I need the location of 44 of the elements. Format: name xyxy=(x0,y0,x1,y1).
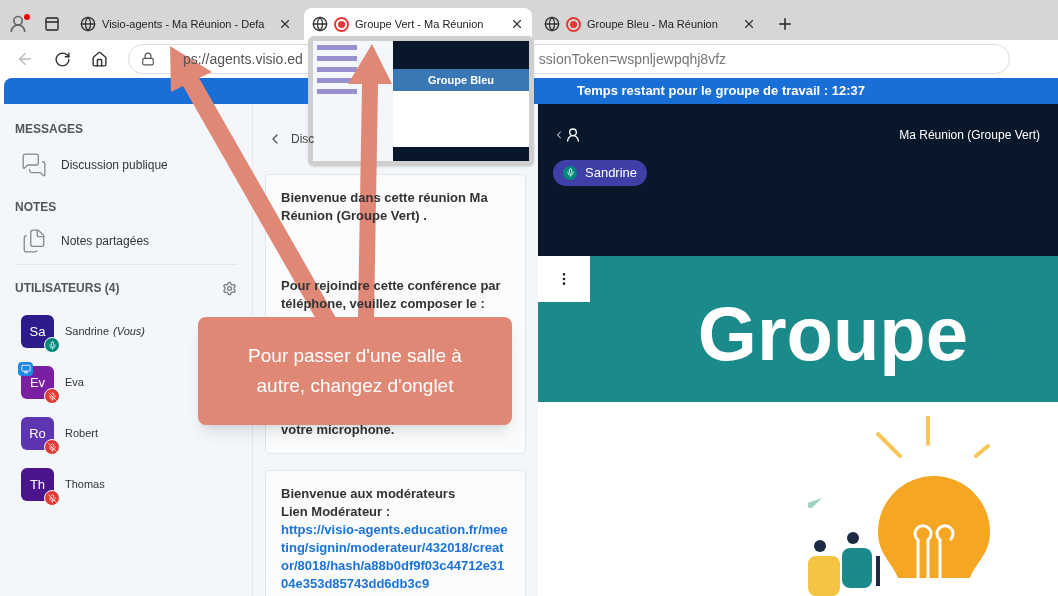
message-text: Lien Modérateur : xyxy=(281,503,392,521)
user-name: Sandrine (Vous) xyxy=(65,324,146,340)
user-item[interactable]: Th Thomas xyxy=(18,462,109,507)
user-name: Robert xyxy=(65,426,99,442)
message-text: Bienvenue aux modérateurs xyxy=(281,485,457,503)
user-item[interactable]: Sa Sandrine (Vous) xyxy=(18,309,150,354)
slide-title: Groupe xyxy=(697,290,968,378)
globe-icon xyxy=(312,16,328,32)
close-icon[interactable] xyxy=(742,17,756,31)
section-heading: NOTES xyxy=(15,199,58,216)
user-item[interactable]: Ev Eva xyxy=(18,360,88,405)
tab-panel-icon[interactable] xyxy=(44,16,60,32)
preview-heading: Groupe Bleu xyxy=(428,72,494,88)
timer-text: Temps restant pour le groupe de travail : 12:37 xyxy=(577,82,865,101)
chat-bubbles-icon xyxy=(21,152,47,178)
globe-icon xyxy=(544,16,560,32)
home-icon[interactable] xyxy=(91,50,108,68)
mic-icon xyxy=(563,165,577,180)
settings-icon[interactable] xyxy=(222,280,237,296)
close-icon[interactable] xyxy=(510,17,524,31)
meeting-title: Ma Réunion (Groupe Vert) xyxy=(899,127,1040,144)
tab-title: Groupe Vert - Ma Réunion xyxy=(355,16,485,32)
message-text: votre microphone. xyxy=(281,421,396,439)
lock-icon xyxy=(141,52,155,66)
url-text: ssionToken=wspnljewpqhj8vfz xyxy=(538,49,727,69)
moderator-link[interactable]: https://visio-agents.education.fr/meeting/signin/moderateur/432018/creator/8018/hash/a88b0df9f03c44712e3104e353d85743dd6db3c9 xyxy=(281,521,510,593)
tab-title: Groupe Bleu - Ma Réunion xyxy=(587,16,719,32)
tab-title: Visio-agents - Ma Réunion - Defa xyxy=(102,16,266,32)
new-tab-icon[interactable] xyxy=(776,15,794,33)
globe-icon xyxy=(80,16,96,32)
section-heading: MESSAGES xyxy=(15,121,84,138)
reload-icon[interactable] xyxy=(54,50,71,68)
user-name: Eva xyxy=(65,375,84,391)
documents-icon xyxy=(21,228,47,254)
profile-icon[interactable] xyxy=(8,14,28,34)
callout-text: Pour passer d'une salle à autre, changez d'onglet xyxy=(247,344,463,398)
user-name: Thomas xyxy=(65,477,105,493)
chat-item[interactable]: Discussion publique xyxy=(15,152,168,178)
talker-pill: Sandrine xyxy=(553,160,648,186)
close-icon[interactable] xyxy=(278,17,292,31)
section-heading: UTILISATEURS (4) xyxy=(15,280,120,297)
user-item[interactable]: Ro Robert xyxy=(18,411,103,456)
chat-title: Disc xyxy=(291,131,315,148)
notes-item[interactable]: Notes partagées xyxy=(15,228,150,254)
